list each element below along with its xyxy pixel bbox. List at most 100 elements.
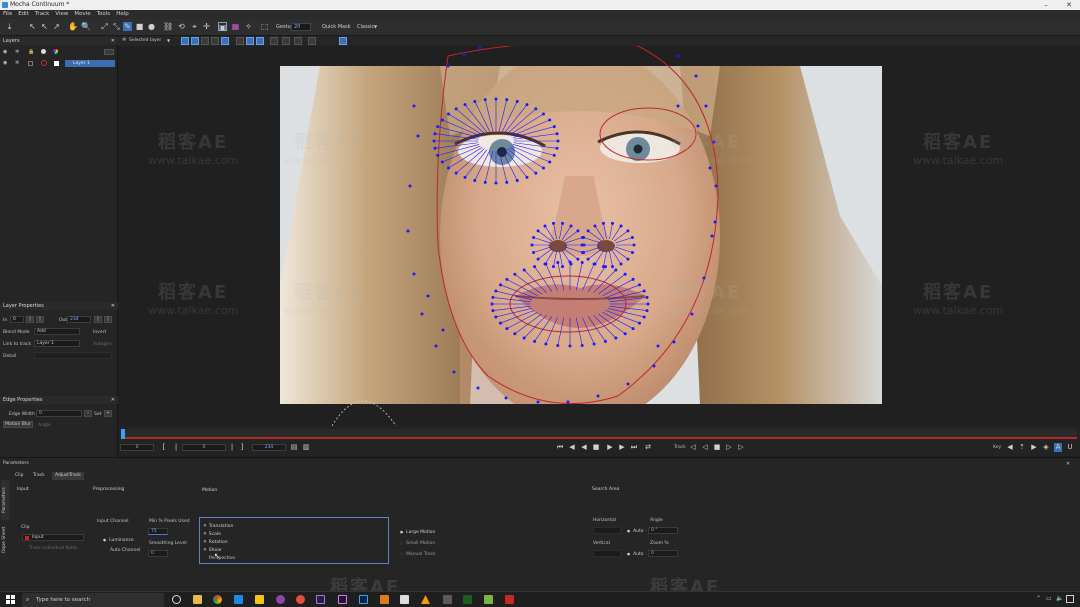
chevron-down-icon[interactable]: ▼ <box>167 38 170 43</box>
tracking-point[interactable] <box>646 302 650 306</box>
view-track-icon[interactable] <box>256 37 264 45</box>
app-icon[interactable] <box>234 595 243 604</box>
tracking-spoke[interactable] <box>544 225 555 240</box>
autogen-checkbox[interactable]: Autogen <box>93 342 112 347</box>
dashed-guide-spline[interactable] <box>331 400 397 426</box>
play-icon[interactable]: ▶ <box>606 443 614 452</box>
tracking-point[interactable] <box>513 332 517 336</box>
out-reset-button[interactable]: | <box>104 316 112 323</box>
end-frame-input[interactable]: 234 <box>252 444 286 451</box>
tracking-spoke[interactable] <box>561 225 572 240</box>
tracking-point[interactable] <box>642 289 646 293</box>
app-icon[interactable] <box>255 595 264 604</box>
tracking-spoke[interactable] <box>534 266 553 292</box>
tracking-point[interactable] <box>619 262 623 266</box>
tracking-point[interactable] <box>631 277 635 281</box>
lock-icon[interactable] <box>28 61 33 66</box>
tracking-spoke[interactable] <box>498 150 508 183</box>
tracking-spoke[interactable] <box>609 223 613 240</box>
view-tangents-icon[interactable] <box>201 37 209 45</box>
tracking-point[interactable] <box>433 146 437 150</box>
tracking-point[interactable] <box>447 166 451 170</box>
tracking-spoke[interactable] <box>437 126 480 138</box>
tracking-point[interactable] <box>586 229 590 233</box>
tracking-point[interactable] <box>592 342 596 346</box>
tracking-point[interactable] <box>533 265 537 269</box>
app-icon[interactable] <box>296 595 305 604</box>
scale-checkbox[interactable]: Scale <box>203 532 221 537</box>
tab-clip[interactable]: Clip <box>12 472 27 480</box>
tracking-point[interactable] <box>432 139 436 143</box>
xspline-tool-icon[interactable]: ✎ <box>123 22 132 31</box>
tracking-point[interactable] <box>494 181 498 185</box>
gear-icon[interactable]: ✲ <box>15 49 19 55</box>
tracking-point[interactable] <box>515 100 519 104</box>
tracking-point[interactable] <box>614 336 618 340</box>
tracking-point[interactable] <box>441 328 445 332</box>
tracking-point[interactable] <box>504 396 508 400</box>
tracking-point[interactable] <box>436 125 440 129</box>
tracking-point[interactable] <box>505 98 509 102</box>
eye-icon[interactable]: ◉ <box>3 60 7 66</box>
tracking-point[interactable] <box>552 125 556 129</box>
tracking-point[interactable] <box>580 243 584 247</box>
frame-icon[interactable]: ⬚ <box>260 22 269 31</box>
tracking-point[interactable] <box>494 315 498 319</box>
tracking-point[interactable] <box>534 107 538 111</box>
vertical-auto-checkbox[interactable]: Auto <box>627 552 643 557</box>
app-icon[interactable] <box>443 595 452 604</box>
tracking-point[interactable] <box>536 229 540 233</box>
undo-key-icon[interactable]: U <box>1066 443 1074 452</box>
tracking-point[interactable] <box>601 221 605 225</box>
tracking-point[interactable] <box>454 107 458 111</box>
tracking-point[interactable] <box>712 140 716 144</box>
windows-start-icon[interactable] <box>6 595 15 604</box>
app-icon[interactable] <box>484 595 493 604</box>
gear-icon[interactable]: ✲ <box>15 60 19 66</box>
tracking-point[interactable] <box>556 261 560 265</box>
tracking-point[interactable] <box>611 221 615 225</box>
add-key-icon[interactable]: ⇡ <box>1018 443 1026 452</box>
set-out-icon[interactable]: ] <box>238 443 246 452</box>
tracking-point[interactable] <box>463 103 467 107</box>
tracking-point[interactable] <box>580 261 584 265</box>
tracking-spoke[interactable] <box>534 316 553 342</box>
tracking-point[interactable] <box>522 268 526 272</box>
classic-dropdown[interactable]: Classic <box>357 24 374 30</box>
close-icon[interactable]: ✕ <box>111 396 115 404</box>
tracking-spoke[interactable] <box>511 119 550 137</box>
tracking-point[interactable] <box>637 283 641 287</box>
tracking-point[interactable] <box>569 224 573 228</box>
layer-menu-icon[interactable] <box>104 49 114 55</box>
tracking-point[interactable] <box>483 98 487 102</box>
tracking-point[interactable] <box>544 262 548 266</box>
tracking-point[interactable] <box>710 234 714 238</box>
tracking-spoke[interactable] <box>553 250 557 267</box>
viewer[interactable]: 稻客AE www.talkae.com 稻客AE www.talkae.com 稻客… <box>118 46 1080 426</box>
out-set-button[interactable]: | <box>94 316 102 323</box>
color-swatch-icon[interactable] <box>54 61 59 66</box>
out-input[interactable]: 234 <box>67 316 91 323</box>
tracking-spoke[interactable] <box>594 250 605 265</box>
perspective-checkbox[interactable]: Perspective <box>209 556 235 561</box>
tracking-point[interactable] <box>440 160 444 164</box>
tracking-spoke[interactable] <box>514 274 542 295</box>
app-icon[interactable] <box>380 595 389 604</box>
tracking-spoke[interactable] <box>598 313 626 334</box>
notification-icon[interactable] <box>1066 595 1074 603</box>
tracking-point[interactable] <box>623 272 627 276</box>
crosshair-icon[interactable]: ✛ <box>202 22 211 31</box>
face-outline-spline[interactable] <box>436 46 719 405</box>
tracking-spoke[interactable] <box>512 144 555 156</box>
in-set-button[interactable]: | <box>26 316 34 323</box>
tracking-spoke[interactable] <box>504 104 528 133</box>
tracking-point[interactable] <box>582 251 586 255</box>
menu-movie[interactable]: Movie <box>71 10 93 19</box>
play-backward-icon[interactable]: ◀ <box>580 443 588 452</box>
tracking-point[interactable] <box>408 184 412 188</box>
tracking-point[interactable] <box>478 46 482 50</box>
tracking-point[interactable] <box>483 180 487 184</box>
tracking-point[interactable] <box>555 132 559 136</box>
view-contours-icon[interactable] <box>181 37 189 45</box>
tracking-point[interactable] <box>561 221 565 225</box>
